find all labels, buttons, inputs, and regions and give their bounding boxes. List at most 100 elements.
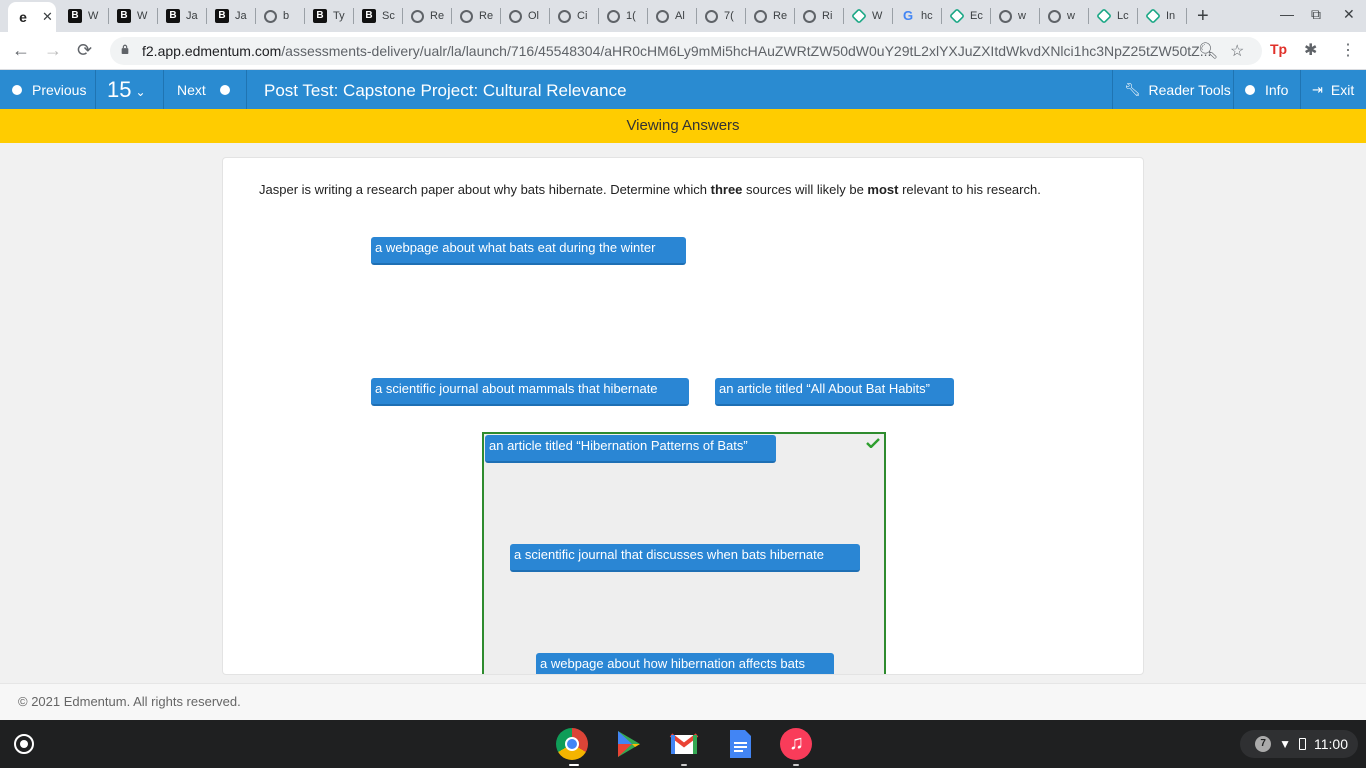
source-chip[interactable]: an article titled “All About Bat Habits” [715,378,954,406]
next-arrow-icon [219,84,230,95]
browser-tab[interactable]: 1( [599,4,648,28]
extension-tp-icon[interactable]: Tp [1270,41,1287,57]
chrome-menu-icon[interactable]: ⋮ [1340,40,1356,60]
next-label: Next [177,81,206,98]
back-arrow-icon[interactable]: ← [12,40,30,61]
browser-tab[interactable]: Re [746,4,795,28]
browser-tab[interactable]: Ec [942,4,991,28]
browser-tab[interactable]: 7( [697,4,746,28]
next-button[interactable]: Next [177,70,230,109]
browser-tab[interactable]: Re [403,4,452,28]
brainly-icon: B [117,9,131,23]
browser-tab[interactable]: w [1040,4,1089,28]
edmentum-e-icon: e [19,9,27,25]
google-icon: G [902,8,914,23]
question-number-dropdown[interactable]: 15 ⌄ [107,70,146,109]
browser-tab[interactable]: Al [648,4,697,28]
globe-icon [999,9,1012,23]
browser-tab[interactable]: Lc [1089,4,1138,28]
exit-button[interactable]: ⇥ Exit [1312,70,1354,109]
answer-chip[interactable]: a scientific journal that discusses when… [510,544,860,572]
browser-tab[interactable]: w [991,4,1040,28]
play-store-icon[interactable] [612,728,644,760]
browser-tab[interactable]: BW [109,4,158,28]
clock-time: 11:00 [1314,736,1348,752]
os-shelf: ♫ 7 ▼ 11:00 [0,720,1366,768]
checkmark-icon [866,438,880,448]
address-bar[interactable]: f2.app.edmentum.com/assessments-delivery… [110,37,1262,65]
source-chip[interactable]: a scientific journal about mammals that … [371,378,689,406]
tab-label: Re [430,10,445,22]
wrench-icon: 🔧︎ [1124,81,1141,97]
new-tab-button[interactable]: + [1197,5,1209,28]
globe-icon [411,9,424,23]
tab-label: w [1018,10,1026,22]
header-divider [95,70,96,109]
question-prompt: Jasper is writing a research paper about… [259,182,1041,197]
globe-icon [656,9,669,23]
globe-icon [460,9,473,23]
google-docs-icon[interactable] [724,728,756,760]
minimize-icon[interactable]: — [1280,6,1294,22]
forward-arrow-icon[interactable]: → [44,40,62,61]
browser-tab[interactable]: Ol [501,4,550,28]
browser-tab[interactable]: Ci [550,4,599,28]
edmentum-icon [1145,8,1161,24]
browser-tab[interactable]: B Sc [354,4,403,28]
tab-label: b [283,10,290,22]
close-icon[interactable]: ✕ [42,9,53,25]
source-chip[interactable]: a webpage about what bats eat during the… [371,237,686,265]
browser-tab[interactable]: B Ja [207,4,256,28]
window-close-icon[interactable]: ✕ [1343,6,1355,23]
globe-icon [558,9,571,23]
exit-label: Exit [1330,81,1355,98]
browser-tab[interactable]: In [1138,4,1187,28]
music-app-icon[interactable]: ♫ [780,728,812,760]
prompt-bold-most: most [867,182,899,197]
bookmark-star-icon[interactable]: ☆ [1230,41,1244,61]
reload-icon[interactable]: ⟳ [77,40,92,61]
brainly-icon: B [215,9,229,23]
wifi-icon: ▼ [1279,737,1291,751]
gmail-icon[interactable] [668,728,700,760]
tab-label: Ri [822,10,833,22]
extensions-puzzle-icon[interactable]: ✱ [1304,40,1317,60]
browser-tab[interactable]: Ghc [893,4,942,28]
reader-tools-button[interactable]: 🔧︎ Reader Tools [1124,70,1231,109]
browser-tab[interactable]: W [844,4,893,28]
prompt-bold-three: three [710,182,743,197]
tab-label: Ec [970,10,983,22]
browser-tab[interactable]: B Ja [158,4,207,28]
tab-label: W [137,10,148,22]
info-label: Info [1265,81,1289,98]
page-title: Post Test: Capstone Project: Cultural Re… [264,81,627,100]
tab-label: Ja [186,10,198,22]
tab-active[interactable]: e ✕ [8,2,56,32]
zoom-icon[interactable]: 🔍︎ [1198,41,1218,61]
previous-arrow-icon [12,84,22,95]
previous-button[interactable]: Previous [12,70,86,109]
edmentum-icon [851,8,867,24]
brainly-icon: B [68,9,82,23]
browser-tab[interactable]: B Ty [305,4,354,28]
browser-tab[interactable]: BW [60,4,109,28]
brainly-icon: B [313,9,327,23]
tab-label: hc [921,10,933,22]
music-note-icon: ♫ [789,732,804,754]
tab-label: 1( [626,10,636,22]
answer-drop-zone[interactable]: an article titled “Hibernation Patterns … [482,432,886,674]
tab-label: Ja [235,10,247,22]
status-tray[interactable]: 7 ▼ 11:00 [1240,730,1358,758]
restore-icon[interactable]: ⧉ [1311,6,1321,23]
info-icon [1245,84,1255,95]
browser-tab[interactable]: Ri [795,4,844,28]
answer-chip[interactable]: an article titled “Hibernation Patterns … [485,435,776,463]
answer-chip[interactable]: a webpage about how hibernation affects … [536,653,834,674]
browser-tab[interactable]: Re [452,4,501,28]
chrome-app-icon[interactable] [556,728,588,760]
info-button[interactable]: Info [1245,70,1288,109]
header-divider [1112,70,1113,109]
launcher-icon[interactable] [14,734,34,754]
globe-icon [705,9,718,23]
browser-tab[interactable]: b [256,4,305,28]
